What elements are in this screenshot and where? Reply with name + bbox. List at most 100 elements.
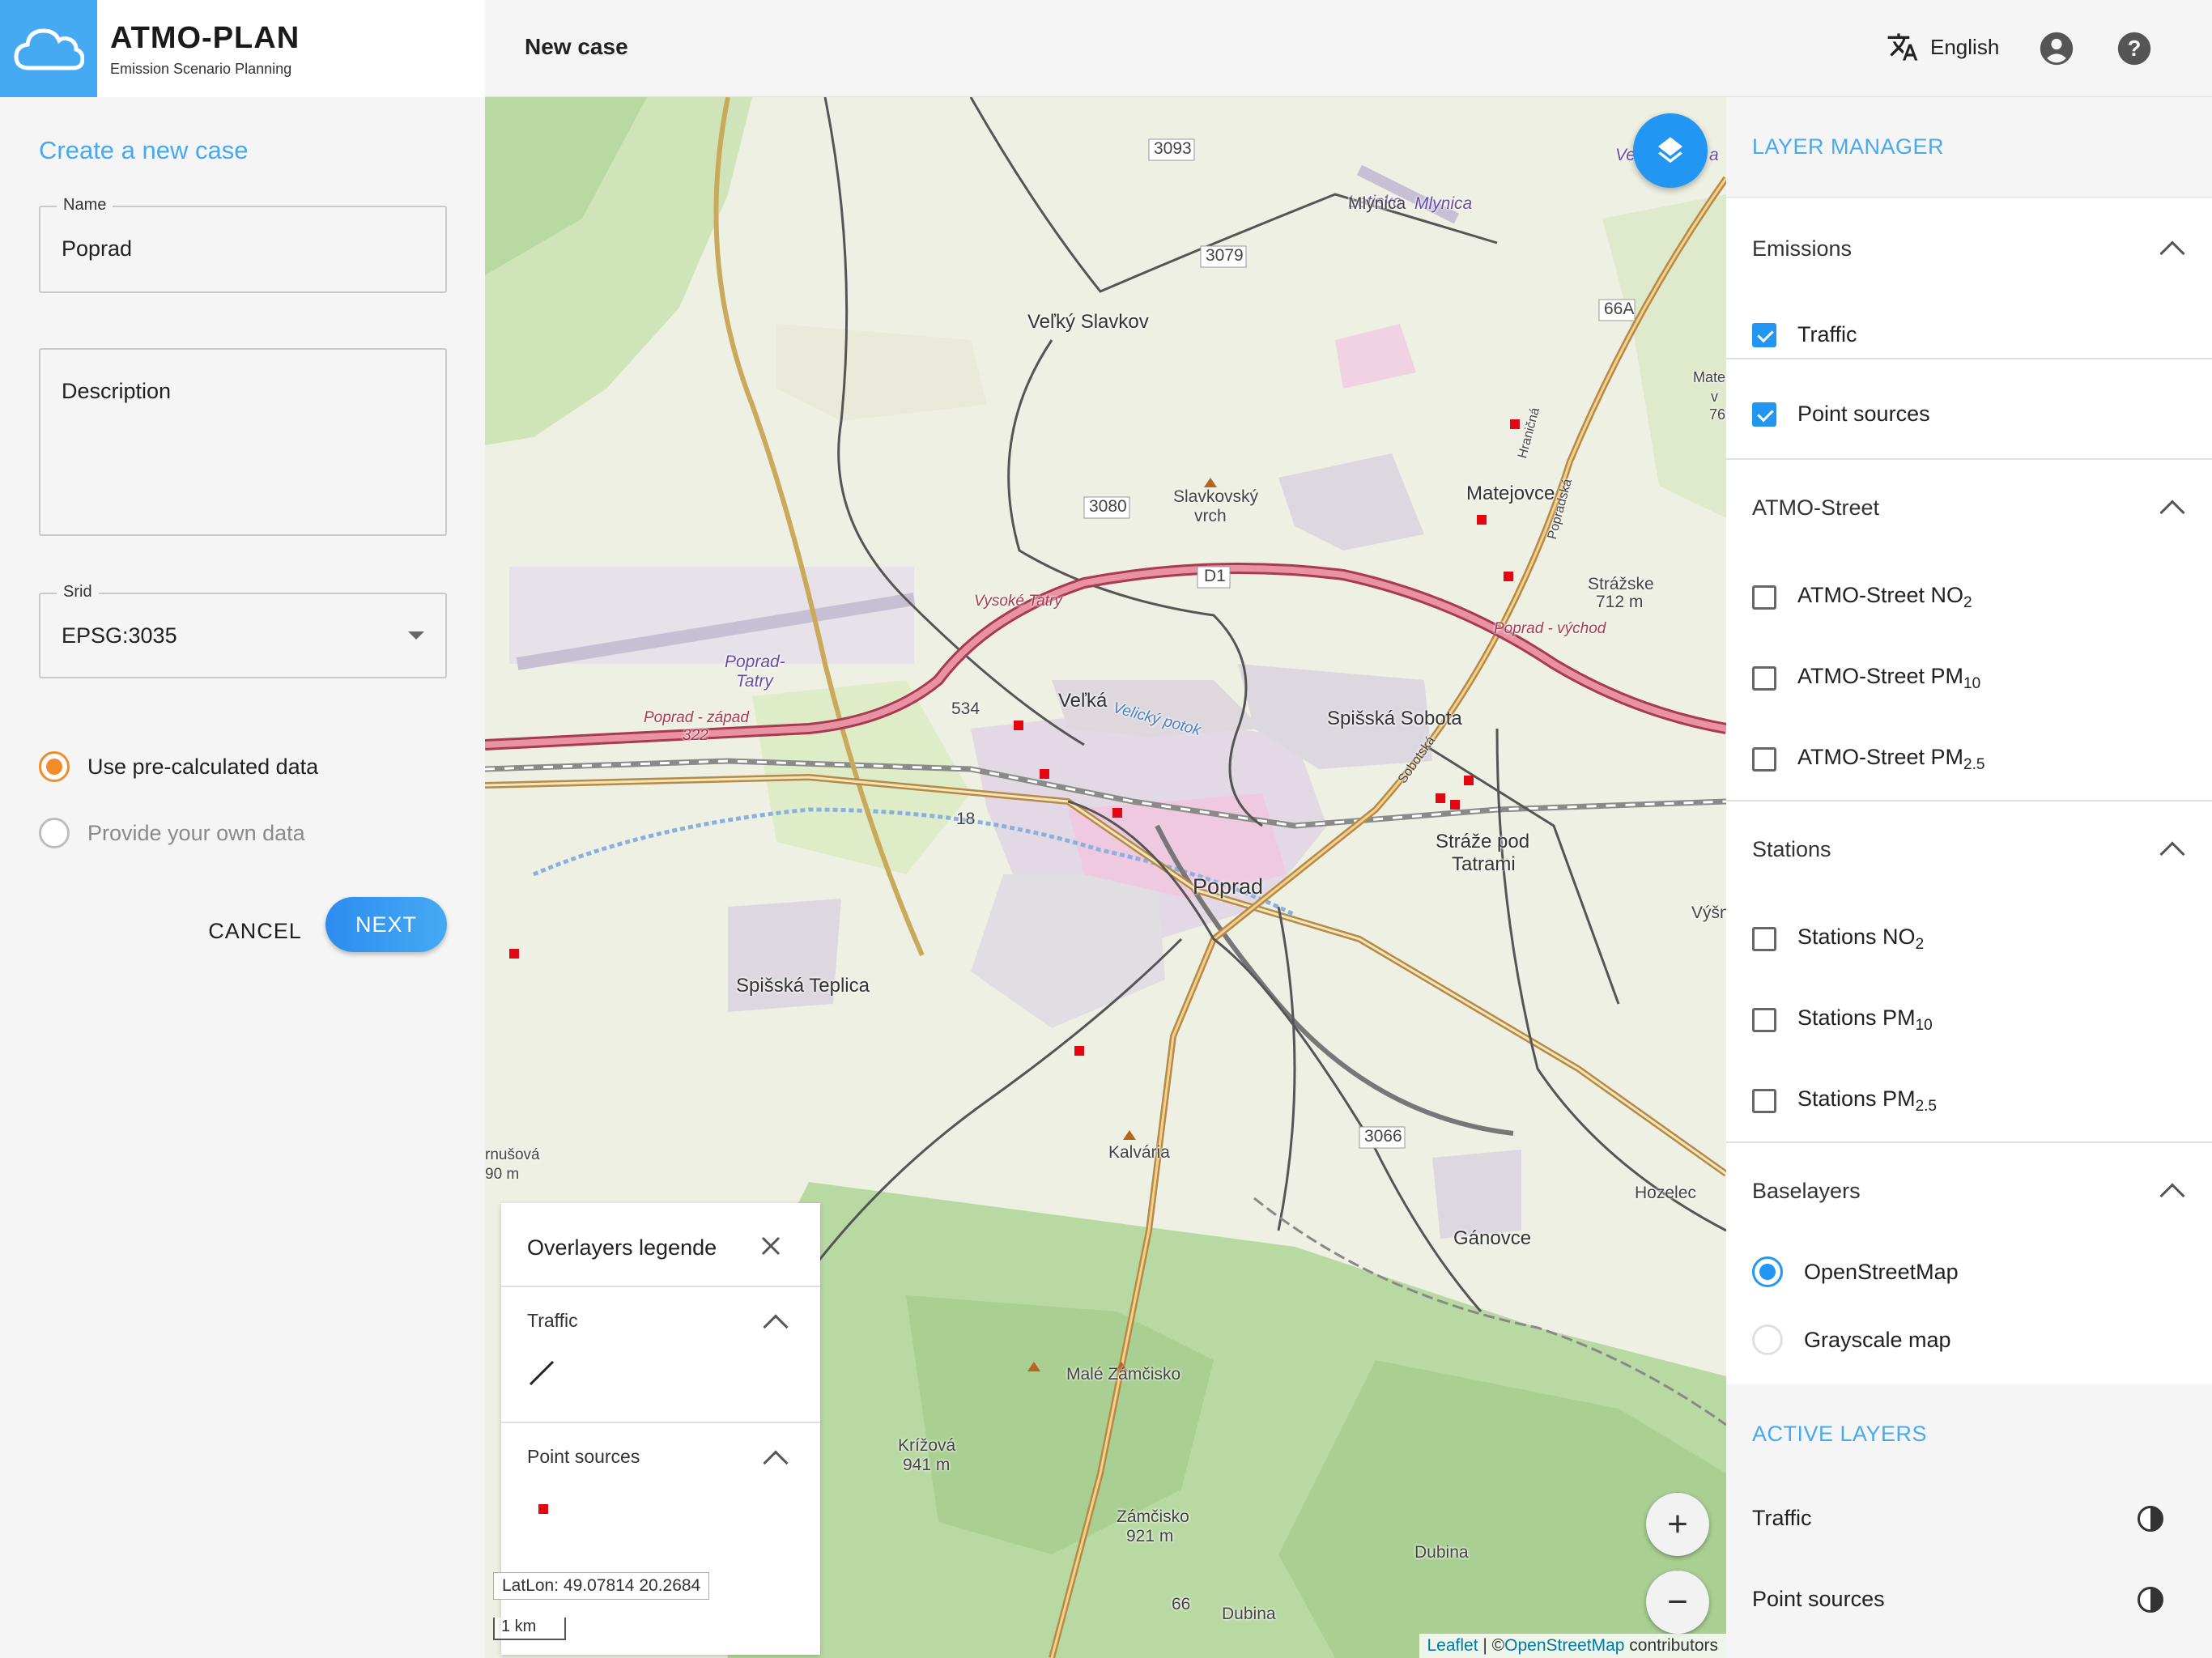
radio-unselected-icon[interactable] [39, 818, 70, 848]
checkbox-icon[interactable] [1752, 585, 1776, 610]
place-label: v [1711, 389, 1718, 405]
layer-manager-panel: LAYER MANAGER Emissions Traffic Point so… [1726, 97, 2212, 1658]
srid-select[interactable]: Srid EPSG:3035 [39, 583, 447, 678]
baselayer-label: OpenStreetMap [1804, 1259, 1959, 1284]
osm-link[interactable]: OpenStreetMap [1504, 1636, 1624, 1655]
opacity-icon[interactable] [2138, 1506, 2163, 1532]
map-view[interactable]: 3093 3079 3080 D1 534 18 66A 3066 66 Veľ… [485, 97, 1726, 1658]
layer-label: ATMO-Street PM10 [1797, 664, 1980, 693]
checkbox-checked-icon[interactable] [1752, 402, 1776, 427]
zoom-in-button[interactable]: + [1646, 1493, 1709, 1556]
chevron-up-icon[interactable] [2159, 1183, 2185, 1209]
next-button[interactable]: NEXT [325, 897, 447, 952]
place-label: 90 m [485, 1166, 520, 1183]
layer-stations-pm10[interactable]: Stations PM10 [1752, 1005, 1933, 1035]
form-heading: Create a new case [39, 136, 249, 164]
layer-label: Stations PM2.5 [1797, 1086, 1937, 1116]
zoom-out-button[interactable]: − [1646, 1571, 1709, 1634]
layer-traffic[interactable]: Traffic [1752, 322, 1857, 347]
layer-atmo-street-pm25[interactable]: ATMO-Street PM2.5 [1752, 745, 1984, 774]
place-label: Dubina [1414, 1543, 1469, 1562]
layer-label-text: ATMO-Street PM [1797, 664, 1964, 688]
legend-header: Overlayers legende [501, 1203, 820, 1287]
place-label: Tatrami [1452, 853, 1516, 875]
option-own-data[interactable]: Provide your own data [39, 818, 305, 848]
brand-title: ATMO-PLAN [110, 21, 300, 55]
place-label: 921 m [1126, 1527, 1174, 1545]
layer-label-sub: 10 [1915, 1017, 1933, 1034]
case-form-panel: Create a new case Name Poprad Descriptio… [0, 97, 485, 1658]
place-label: Mlynica [1348, 194, 1406, 213]
language-selector[interactable]: English [1887, 31, 1999, 63]
place-label: Mlynica [1414, 194, 1473, 213]
legend-section-traffic: Traffic [501, 1287, 820, 1423]
layer-atmo-street-pm10[interactable]: ATMO-Street PM10 [1752, 664, 1980, 693]
layer-label-text: Stations NO [1797, 925, 1916, 949]
place-label: Spišská Teplica [736, 975, 870, 997]
baselayer-grayscale[interactable]: Grayscale map [1752, 1324, 1951, 1355]
layer-label-text: ATMO-Street PM [1797, 745, 1964, 769]
cancel-button[interactable]: CANCEL [194, 907, 316, 955]
place-label: Poprad - západ [644, 709, 749, 726]
place-label: vrch [1194, 507, 1227, 525]
name-field[interactable]: Name Poprad [39, 196, 447, 293]
option-precalculated[interactable]: Use pre-calculated data [39, 751, 318, 782]
opacity-icon[interactable] [2138, 1587, 2163, 1613]
place-label: Zámčisko [1117, 1507, 1189, 1526]
place-label: Slavkovský [1173, 487, 1259, 506]
account-icon[interactable] [2039, 31, 2074, 66]
place-label: a [1709, 146, 1719, 164]
chevron-up-icon[interactable] [2159, 841, 2185, 867]
layer-stations-pm25[interactable]: Stations PM2.5 [1752, 1086, 1937, 1116]
option-own-data-label: Provide your own data [87, 820, 305, 845]
checkbox-icon[interactable] [1752, 1008, 1776, 1032]
active-layer-traffic: Traffic [1752, 1506, 1812, 1530]
baselayer-openstreetmap[interactable]: OpenStreetMap [1752, 1256, 1959, 1287]
legend-section-title: Point sources [527, 1446, 640, 1467]
layer-atmo-street-no2[interactable]: ATMO-Street NO2 [1752, 583, 1972, 612]
svg-text:?: ? [2128, 36, 2142, 61]
radio-unselected-icon[interactable] [1752, 1324, 1783, 1355]
name-label: Name [57, 196, 113, 215]
checkbox-icon[interactable] [1752, 666, 1776, 691]
road-ref: D1 [1204, 567, 1226, 585]
place-label: Mate [1693, 369, 1726, 385]
layer-label-sub: 10 [1963, 675, 1981, 692]
road-ref: 66A [1604, 300, 1635, 318]
layer-manager-header: LAYER MANAGER [1726, 97, 2212, 198]
layer-label-sub: 2.5 [1915, 1098, 1937, 1115]
help-icon[interactable]: ? [2116, 31, 2152, 66]
place-label: Krížová [898, 1436, 956, 1455]
checkbox-icon[interactable] [1752, 1089, 1776, 1113]
radio-selected-icon[interactable] [1752, 1256, 1783, 1287]
baselayer-label: Grayscale map [1804, 1327, 1951, 1352]
chevron-up-icon[interactable] [763, 1314, 789, 1340]
chevron-up-icon[interactable] [2159, 500, 2185, 525]
place-label: Výšn [1691, 903, 1726, 922]
checkbox-icon[interactable] [1752, 747, 1776, 772]
active-layers-section: ACTIVE LAYERS Traffic Point sources [1726, 1384, 2212, 1658]
leaflet-link[interactable]: Leaflet [1427, 1636, 1478, 1655]
layers-button[interactable] [1633, 113, 1708, 188]
place-label: Poprad- [725, 653, 785, 671]
radio-selected-icon[interactable] [39, 751, 70, 782]
place-label: rnušová [485, 1146, 540, 1163]
checkbox-icon[interactable] [1752, 927, 1776, 951]
close-icon[interactable] [760, 1235, 781, 1256]
road-ref: 3080 [1089, 497, 1127, 516]
place-label: Hozelec [1635, 1184, 1696, 1202]
checkbox-checked-icon[interactable] [1752, 322, 1776, 347]
layer-point-sources[interactable]: Point sources [1752, 402, 1930, 427]
place-label: Vysoké Tatry [974, 593, 1062, 610]
chevron-up-icon[interactable] [2159, 240, 2185, 266]
layer-stations-no2[interactable]: Stations NO2 [1752, 925, 1924, 954]
layer-manager-title: LAYER MANAGER [1752, 134, 1945, 159]
attribution-tail: contributors [1624, 1636, 1718, 1655]
place-label: Matejovce [1466, 483, 1555, 504]
option-precalculated-label: Use pre-calculated data [87, 754, 319, 779]
group-title: Baselayers [1752, 1179, 1861, 1203]
chevron-up-icon[interactable] [763, 1450, 789, 1476]
road-ref: 3066 [1364, 1127, 1402, 1146]
description-field[interactable]: Description [39, 348, 447, 536]
legend-section-title: Traffic [527, 1310, 578, 1331]
